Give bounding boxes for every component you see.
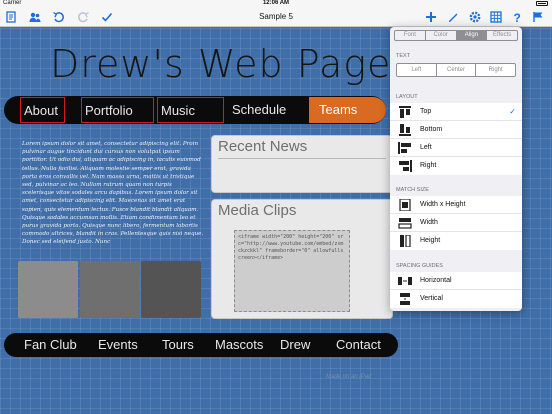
match-width-height-row[interactable]: Width x Height — [390, 196, 522, 214]
inspector-popover: Font Color Align Effects TEXT Left Cente… — [390, 27, 522, 311]
layout-top-label: Top — [420, 108, 432, 115]
tab-font[interactable]: Font — [395, 31, 426, 40]
layout-top-row[interactable]: Top ✓ — [390, 103, 522, 121]
site-title[interactable]: Drew's Web Page — [50, 42, 391, 86]
footer-note: Made on an iPad — [326, 374, 372, 380]
body-text[interactable]: Lorem ipsum dolor sit amet, consectetur … — [22, 140, 204, 247]
tab-align[interactable]: Align — [456, 31, 488, 40]
inspector-tabs: Font Color Align Effects — [394, 30, 518, 41]
clock: 12:06 AM — [262, 0, 290, 6]
bottom-navigation[interactable]: Fan Club Events Tours Mascots Drew Conta… — [4, 333, 398, 357]
layout-bottom-label: Bottom — [420, 126, 443, 133]
footer-item-events[interactable]: Events — [98, 337, 138, 352]
recent-news-panel[interactable]: Recent News — [212, 136, 392, 192]
flag-icon[interactable] — [531, 10, 545, 24]
spacing-horizontal-row[interactable]: Horizontal — [390, 272, 522, 290]
top-navigation[interactable]: About Portfolio Music Schedule Teams — [4, 96, 386, 124]
section-header-text: TEXT — [396, 53, 411, 59]
spacing-vertical-label: Vertical — [420, 295, 443, 302]
spacing-guides-options: Horizontal Vertical — [390, 272, 522, 308]
match-width-row[interactable]: Width — [390, 214, 522, 232]
match-height-label: Height — [420, 237, 441, 244]
layout-right-row[interactable]: Right — [390, 157, 522, 175]
divider — [218, 158, 386, 159]
match-height-row[interactable]: Height — [390, 232, 522, 250]
spacing-vertical-row[interactable]: Vertical — [390, 290, 522, 308]
nav-item-music[interactable]: Music — [157, 97, 224, 123]
help-icon[interactable]: ? — [510, 10, 524, 25]
layout-bottom-icon — [399, 124, 411, 136]
section-header-match-size: MATCH SIZE — [396, 187, 429, 193]
grid-icon[interactable] — [489, 10, 503, 24]
nav-item-teams[interactable]: Teams — [309, 97, 386, 123]
svg-text:?: ? — [514, 11, 521, 24]
footer-item-tours[interactable]: Tours — [162, 337, 194, 352]
media-clips-title: Media Clips — [218, 202, 297, 219]
match-width-label: Width — [420, 219, 438, 226]
layout-top-icon — [399, 106, 411, 118]
footer-item-contact[interactable]: Contact — [336, 337, 381, 352]
spacing-vertical-icon — [400, 293, 410, 305]
image-thumbnail[interactable] — [80, 261, 140, 318]
match-size-options: Width x Height Width Height — [390, 196, 522, 250]
layout-bottom-row[interactable]: Bottom — [390, 121, 522, 139]
align-center-option[interactable]: Center — [437, 64, 477, 76]
footer-item-fan-club[interactable]: Fan Club — [24, 337, 77, 352]
align-left-option[interactable]: Left — [397, 64, 437, 76]
gear-icon[interactable] — [468, 10, 482, 24]
add-icon[interactable] — [424, 10, 438, 24]
nav-item-portfolio[interactable]: Portfolio — [81, 97, 154, 123]
align-right-option[interactable]: Right — [476, 64, 515, 76]
media-clips-panel[interactable]: Media Clips <iframe width="200" height="… — [212, 200, 392, 318]
image-thumbnail[interactable] — [141, 261, 201, 318]
status-bar: Carrier 12:06 AM — [0, 0, 552, 8]
nav-item-about[interactable]: About — [20, 97, 65, 123]
footer-item-mascots[interactable]: Mascots — [215, 337, 263, 352]
text-align-control: Left Center Right — [396, 63, 516, 77]
app-toolbar: Sample 5 ? — [0, 8, 552, 27]
footer-item-drew[interactable]: Drew — [280, 337, 310, 352]
spacing-horizontal-icon — [398, 277, 412, 285]
spacing-horizontal-label: Horizontal — [420, 277, 452, 284]
nav-item-schedule[interactable]: Schedule — [229, 97, 309, 123]
match-width-height-icon — [399, 199, 411, 211]
checkmark-icon: ✓ — [509, 107, 516, 116]
tab-color[interactable]: Color — [426, 31, 457, 40]
match-width-icon — [398, 218, 412, 229]
recent-news-title: Recent News — [218, 138, 308, 155]
pencil-icon[interactable] — [446, 10, 460, 24]
battery-icon — [536, 1, 548, 6]
layout-options: Top ✓ Bottom Left Right — [390, 103, 522, 175]
layout-right-label: Right — [420, 162, 437, 169]
video-embed[interactable]: <iframe width="200" height="200" src="ht… — [234, 230, 350, 312]
layout-left-label: Left — [420, 144, 432, 151]
layout-left-row[interactable]: Left — [390, 139, 522, 157]
match-width-height-label: Width x Height — [420, 201, 466, 208]
match-height-icon — [400, 235, 411, 247]
tab-effects[interactable]: Effects — [487, 31, 517, 40]
image-thumbnail[interactable] — [18, 261, 78, 318]
section-header-layout: LAYOUT — [396, 94, 418, 100]
layout-left-icon — [398, 142, 411, 154]
layout-right-icon — [399, 160, 412, 172]
section-header-spacing-guides: SPACING GUIDES — [396, 263, 443, 269]
